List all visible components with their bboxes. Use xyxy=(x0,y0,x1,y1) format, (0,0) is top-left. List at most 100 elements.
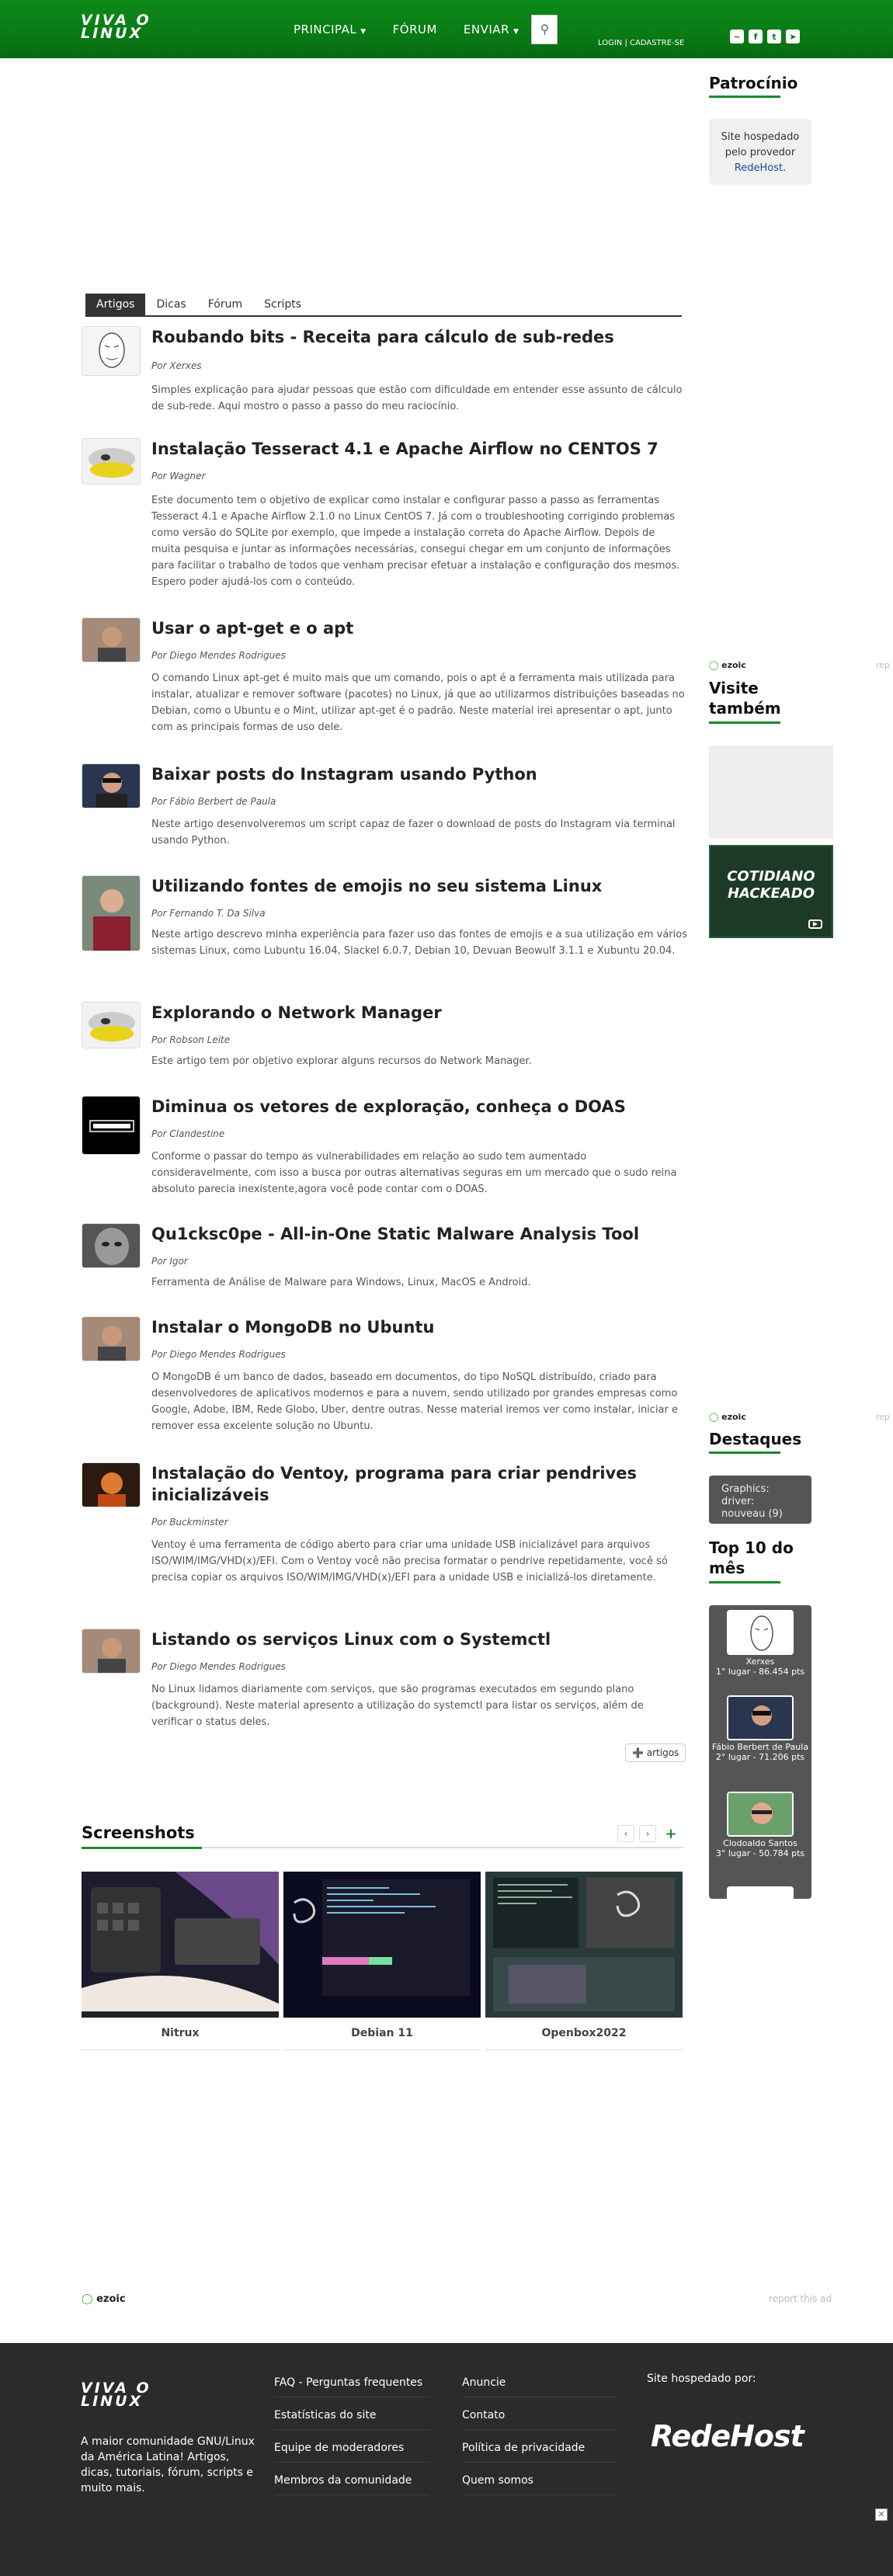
ezoic-label: ◯ ezoic xyxy=(82,2293,126,2305)
article-author[interactable]: Por Robson Leite xyxy=(151,1034,230,1045)
plus-icon: ➕ xyxy=(632,1747,647,1758)
screenshot-image xyxy=(485,1872,683,2018)
article-author[interactable]: Por Fábio Berbert de Paula xyxy=(151,796,276,807)
cotidiano-hackeado-banner[interactable]: COTIDIANO HACKEADO ▶ xyxy=(709,845,833,938)
article-thumbnail[interactable] xyxy=(82,1096,141,1155)
article-thumbnail[interactable] xyxy=(82,438,141,485)
top10-rank: 3° lugar - 50.784 pts xyxy=(715,1848,805,1858)
top10-entry[interactable]: Xerxes 1° lugar - 86.454 pts xyxy=(709,1610,811,1677)
article-thumbnail[interactable] xyxy=(82,1462,141,1507)
sponsor-period: . xyxy=(783,162,787,174)
article-thumbnail[interactable] xyxy=(82,763,141,808)
article-thumbnail[interactable] xyxy=(82,1316,141,1361)
report-ad-link[interactable]: rep xyxy=(876,1412,890,1422)
footer-link-members[interactable]: Membros da comunidade xyxy=(274,2474,429,2495)
article-title[interactable]: Instalar o MongoDB no Ubuntu xyxy=(151,1316,687,1338)
more-articles-button[interactable]: ➕ artigos xyxy=(625,1743,686,1762)
article-author[interactable]: Por Diego Mendes Rodrigues xyxy=(151,1349,286,1360)
signup-link[interactable]: CADASTRE-SE xyxy=(630,39,684,47)
top10-entry[interactable] xyxy=(709,1886,811,1899)
visite-heading: Visite também xyxy=(709,678,825,724)
plus-icon: + xyxy=(665,1825,677,1842)
sponsor-heading: Patrocínio xyxy=(709,74,797,98)
footer-link-privacy[interactable]: Política de privacidade xyxy=(462,2442,617,2463)
ad-placeholder xyxy=(709,746,833,839)
avatar xyxy=(727,1695,794,1740)
article-title[interactable]: Baixar posts do Instagram usando Python xyxy=(151,763,687,785)
nav-enviar[interactable]: ENVIAR ▼ xyxy=(464,23,519,37)
article-author[interactable]: Por Fernando T. Da Silva xyxy=(151,908,266,919)
report-ad-link[interactable]: report this ad xyxy=(769,2293,832,2304)
article-thumbnail[interactable] xyxy=(82,1223,141,1268)
article-thumbnail[interactable] xyxy=(82,617,141,662)
article-author[interactable]: Por Clandestine xyxy=(151,1128,224,1139)
report-ad-link[interactable]: rep xyxy=(876,660,890,670)
article-author[interactable]: Por Xerxes xyxy=(151,360,202,371)
screenshots-heading: Screenshots xyxy=(82,1823,195,1842)
rss-icon[interactable]: ∼ xyxy=(730,30,744,43)
footer-logo[interactable]: VIVA O LINUX xyxy=(81,2381,151,2409)
avatar xyxy=(727,1886,794,1899)
sponsor-text: Site hospedado pelo provedor xyxy=(721,131,800,158)
article-title[interactable]: Utilizando fontes de emojis no seu siste… xyxy=(151,875,687,897)
nav-principal[interactable]: PRINCIPAL ▼ xyxy=(294,23,367,37)
footer-link-contato[interactable]: Contato xyxy=(462,2409,617,2430)
next-button[interactable]: › xyxy=(639,1825,656,1842)
footer-link-stats[interactable]: Estatísticas do site xyxy=(274,2409,429,2430)
top10-entry[interactable]: Fábio Berbert de Paula 2° lugar - 71.206… xyxy=(709,1695,811,1762)
top10-rank: 2° lugar - 71.206 pts xyxy=(715,1752,805,1762)
close-icon: ✕ xyxy=(877,2509,885,2519)
section-divider xyxy=(82,1847,683,1849)
article-title[interactable]: Instalação Tesseract 4.1 e Apache Airflo… xyxy=(151,438,687,460)
article-author[interactable]: Por Buckminster xyxy=(151,1517,228,1528)
article-title[interactable]: Qu1cksc0pe - All-in-One Static Malware A… xyxy=(151,1223,687,1245)
article-title[interactable]: Roubando bits - Receita para cálculo de … xyxy=(151,326,687,348)
telegram-icon[interactable]: ➤ xyxy=(786,30,800,43)
article-thumbnail[interactable] xyxy=(82,875,141,951)
sponsor-link[interactable]: RedeHost xyxy=(735,162,783,174)
article-title[interactable]: Diminua os vetores de exploração, conheç… xyxy=(151,1096,687,1118)
tab-forum[interactable]: Fórum xyxy=(197,294,253,315)
article-author[interactable]: Por Wagner xyxy=(151,471,205,481)
twitter-icon[interactable]: t xyxy=(767,30,781,43)
article-title[interactable]: Explorando o Network Manager xyxy=(151,1002,687,1024)
site-logo[interactable]: VIVA O LINUX xyxy=(81,13,151,41)
screenshot-card[interactable]: Nitrux xyxy=(82,1872,279,2050)
facebook-icon[interactable]: f xyxy=(749,30,763,43)
article-author[interactable]: Por Diego Mendes Rodrigues xyxy=(151,1661,286,1672)
article-thumbnail[interactable] xyxy=(82,1629,141,1674)
redehost-logo[interactable]: RedeHost xyxy=(651,2419,804,2453)
article-thumbnail[interactable] xyxy=(82,1002,141,1048)
screenshot-card[interactable]: Debian 11 xyxy=(283,1872,481,2050)
top10-name: Fábio Berbert de Paula xyxy=(711,1742,809,1752)
chevron-right-icon: › xyxy=(645,1828,650,1839)
prev-button[interactable]: ‹ xyxy=(617,1825,634,1842)
screenshot-image xyxy=(82,1872,279,2018)
footer-link-faq[interactable]: FAQ - Perguntas frequentes xyxy=(274,2376,429,2397)
article-thumbnail[interactable] xyxy=(82,326,141,376)
article-title[interactable]: Usar o apt-get e o apt xyxy=(151,617,687,639)
destaque-item[interactable]: Graphics: driver: nouveau (9) xyxy=(709,1476,811,1524)
add-screenshot-button[interactable]: + xyxy=(662,1825,679,1842)
article-author[interactable]: Por Diego Mendes Rodrigues xyxy=(151,650,286,661)
article-title[interactable]: Instalação do Ventoy, programa para cria… xyxy=(151,1462,687,1506)
tab-dicas[interactable]: Dicas xyxy=(145,294,196,315)
article-title[interactable]: Listando os serviços Linux com o Systemc… xyxy=(151,1629,687,1650)
nav-forum[interactable]: FÓRUM xyxy=(393,23,437,37)
tab-artigos[interactable]: Artigos xyxy=(85,294,146,315)
tab-scripts[interactable]: Scripts xyxy=(253,294,312,315)
footer-tagline: A maior comunidade GNU/Linux da América … xyxy=(81,2435,255,2494)
footer-link-anuncie[interactable]: Anuncie xyxy=(462,2376,617,2397)
top10-name: Xerxes xyxy=(745,1656,775,1667)
footer-link-moderators[interactable]: Equipe de moderadores xyxy=(274,2442,429,2463)
screenshot-card[interactable]: Openbox2022 xyxy=(485,1872,683,2050)
footer-link-about[interactable]: Quem somos xyxy=(462,2474,617,2495)
close-ad-button[interactable]: ✕ xyxy=(875,2508,888,2521)
login-link[interactable]: LOGIN xyxy=(598,39,622,47)
main-nav: PRINCIPAL ▼ FÓRUM ENVIAR ▼ ⚲ xyxy=(294,0,558,58)
top10-entry[interactable]: Clodoaldo Santos 3° lugar - 50.784 pts xyxy=(709,1792,811,1858)
search-button[interactable]: ⚲ xyxy=(531,14,558,44)
site-header: VIVA O LINUX PRINCIPAL ▼ FÓRUM ENVIAR ▼ ⚲ … xyxy=(0,0,893,58)
article-description: No Linux lidamos diariamente com serviço… xyxy=(151,1684,644,1728)
article-author[interactable]: Por Igor xyxy=(151,1256,188,1267)
